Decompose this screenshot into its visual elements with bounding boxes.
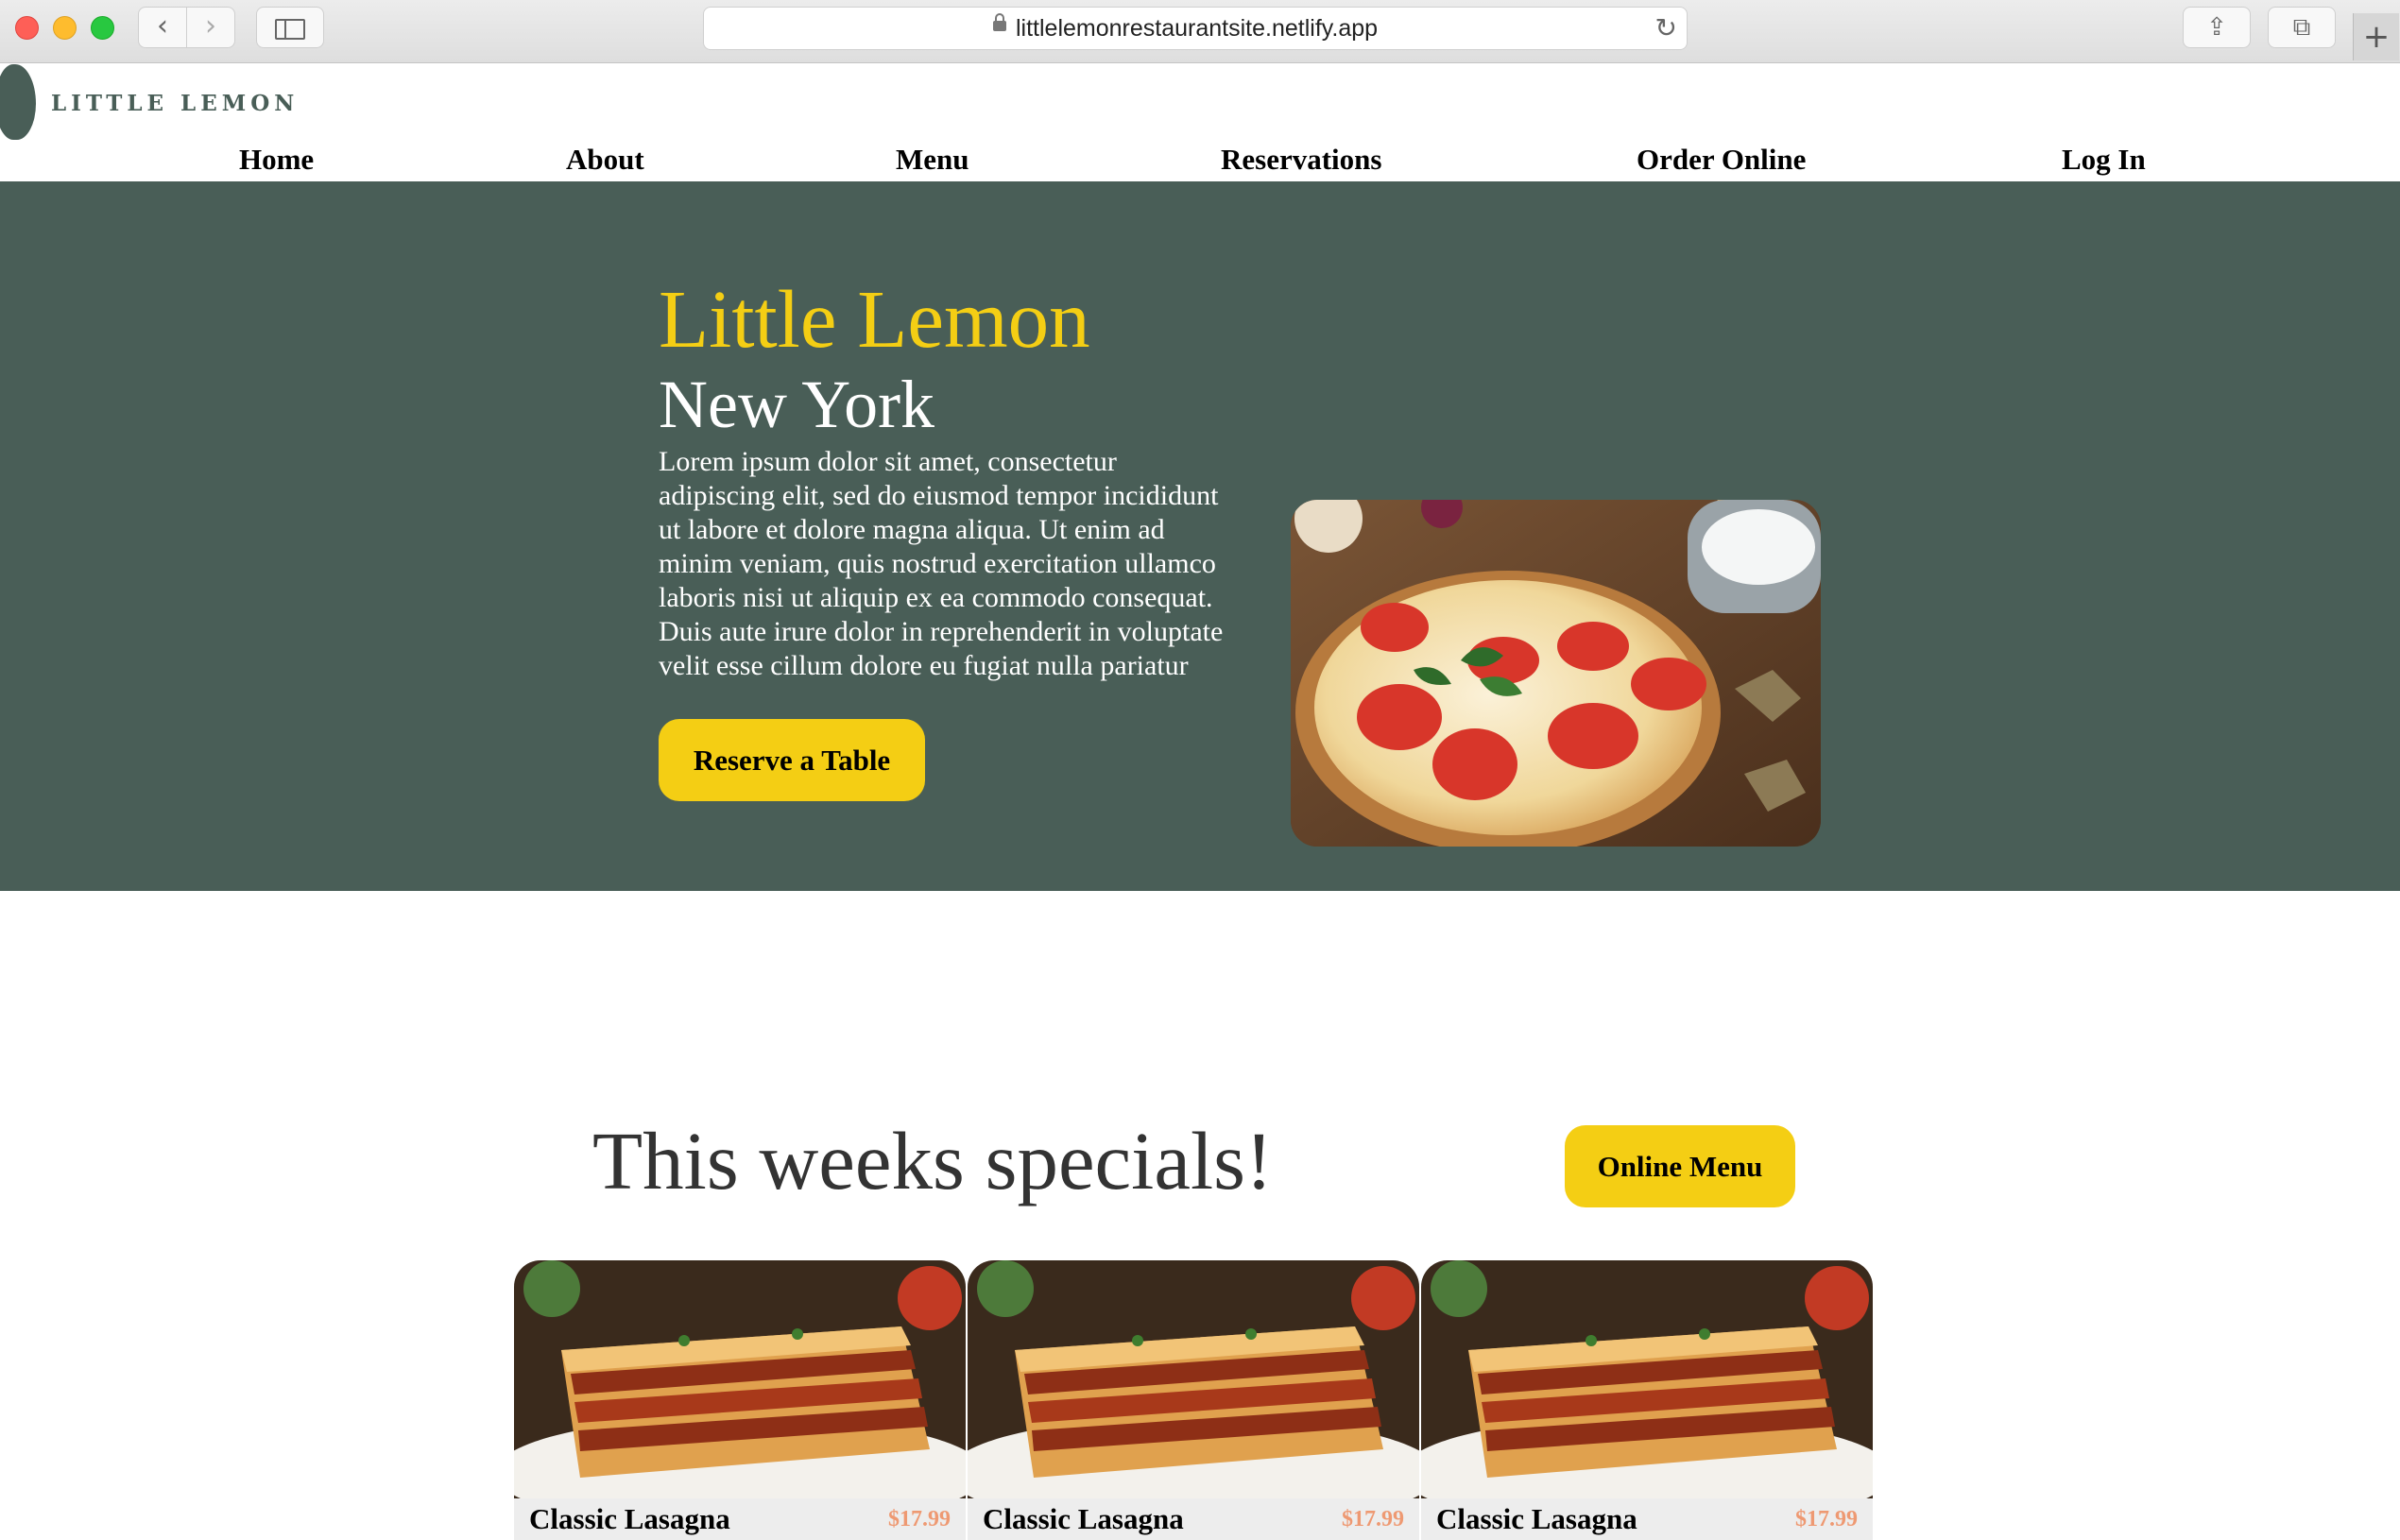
special-card[interactable]: Classic Lasagna $17.99 (1421, 1260, 1873, 1540)
reload-icon[interactable]: ↻ (1655, 8, 1677, 49)
nav-home[interactable]: Home (239, 143, 314, 177)
special-name: Classic Lasagna (529, 1502, 730, 1535)
tabs-icon: ⧉ (2292, 13, 2311, 42)
address-bar[interactable]: littlelemonrestaurantsite.netlify.app ↻ (703, 7, 1688, 50)
chevron-right-icon: › (205, 9, 216, 43)
chevron-left-icon: ‹ (157, 9, 168, 43)
sidebar-icon (275, 19, 305, 40)
nav-menu[interactable]: Menu (896, 143, 969, 177)
hero-subtitle: New York (659, 367, 935, 442)
lasagna-image (968, 1260, 1419, 1498)
share-button[interactable]: ⇪ (2183, 7, 2251, 48)
special-name: Classic Lasagna (1436, 1502, 1637, 1535)
hero-description: Lorem ipsum dolor sit amet, consectetur … (659, 446, 1224, 681)
minimize-window-button[interactable] (53, 16, 77, 40)
lock-icon (993, 13, 1006, 31)
lasagna-image (514, 1260, 966, 1498)
hero-section: Little Lemon New York Lorem ipsum dolor … (0, 181, 2400, 891)
back-button[interactable]: ‹ (138, 7, 187, 48)
special-name: Classic Lasagna (983, 1502, 1184, 1535)
special-card[interactable]: Classic Lasagna $17.99 (514, 1260, 966, 1540)
hero-title: Little Lemon (659, 273, 1090, 365)
lemon-logo-icon[interactable] (0, 64, 36, 140)
pizza-illustration (1291, 500, 1821, 847)
url-text: littlelemonrestaurantsite.netlify.app (1016, 15, 1379, 42)
specials-title: This weeks specials! (592, 1115, 1273, 1206)
nav-log-in[interactable]: Log In (2062, 143, 2146, 177)
online-menu-button[interactable]: Online Menu (1565, 1125, 1795, 1207)
reserve-table-button[interactable]: Reserve a Table (659, 719, 925, 801)
lasagna-image (1421, 1260, 1873, 1498)
sidebar-toggle-button[interactable] (256, 7, 324, 48)
logo-text[interactable]: LITTLE LEMON (51, 91, 299, 116)
close-window-button[interactable] (15, 16, 39, 40)
special-price: $17.99 (1795, 1507, 1858, 1531)
pizza-image (1291, 500, 1821, 847)
special-price: $17.99 (888, 1507, 951, 1531)
special-card[interactable]: Classic Lasagna $17.99 (968, 1260, 1419, 1540)
nav-about[interactable]: About (566, 143, 644, 177)
new-tab-button[interactable]: + (2353, 13, 2399, 60)
nav-order-online[interactable]: Order Online (1637, 143, 1806, 177)
special-price: $17.99 (1342, 1507, 1404, 1531)
browser-toolbar: ‹ › littlelemonrestaurantsite.netlify.ap… (0, 0, 2400, 63)
zoom-window-button[interactable] (91, 16, 114, 40)
nav-reservations[interactable]: Reservations (1221, 143, 1381, 177)
share-icon: ⇪ (2206, 13, 2227, 42)
plus-icon: + (2362, 18, 2391, 56)
forward-button[interactable]: › (186, 7, 235, 48)
tab-overview-button[interactable]: ⧉ (2268, 7, 2336, 48)
